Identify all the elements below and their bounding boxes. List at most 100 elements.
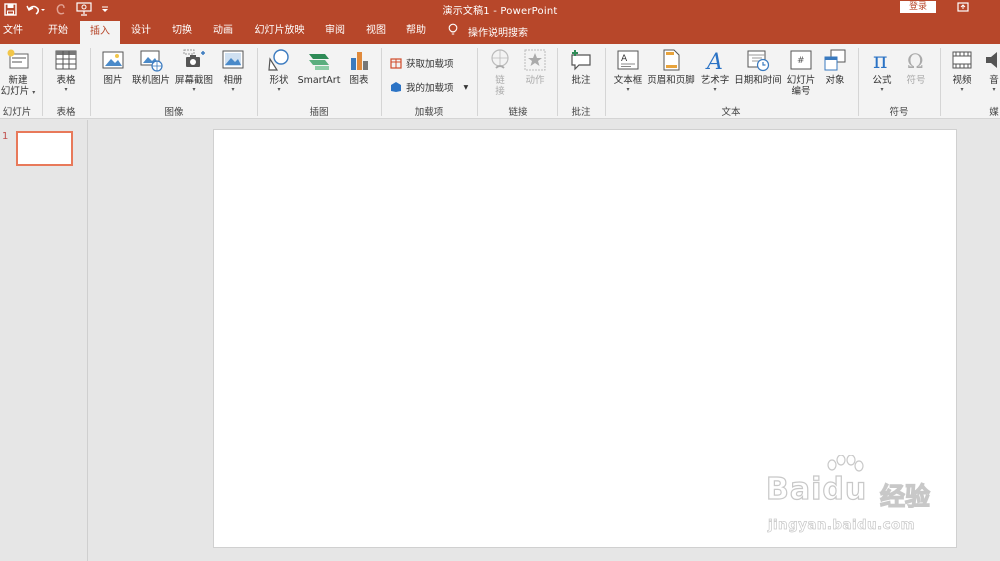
chevron-down-icon: ▾ xyxy=(463,81,469,93)
baidu-jingyan-watermark: Baidu 经验 jingyan.baidu.com xyxy=(760,455,960,545)
get-addins-button[interactable]: 获取加载项 xyxy=(390,56,454,70)
camera-icon xyxy=(183,49,205,67)
table-button[interactable]: 表格 ▾ xyxy=(50,48,82,94)
chevron-down-icon: ▾ xyxy=(231,86,235,93)
smartart-button[interactable]: SmartArt xyxy=(297,48,341,86)
group-divider xyxy=(940,48,941,116)
tab-slideshow[interactable]: 幻灯片放映 xyxy=(253,18,306,44)
pi-icon: π xyxy=(873,49,887,72)
audio-button[interactable]: 音 ▾ xyxy=(982,48,1000,94)
new-slide-button[interactable]: 新建 幻灯片 ▾ xyxy=(1,48,35,97)
group-divider xyxy=(257,48,258,116)
star-action-icon xyxy=(524,49,546,71)
group-label-addins: 加载项 xyxy=(414,107,444,118)
group-label-comments: 批注 xyxy=(571,107,591,118)
slide-number-button[interactable]: # 幻灯片 编号 xyxy=(785,48,817,97)
tab-view[interactable]: 视图 xyxy=(362,18,390,44)
link-icon xyxy=(491,49,509,69)
group-label-links: 链接 xyxy=(508,107,528,118)
group-divider xyxy=(42,48,43,116)
chevron-down-icon: ▾ xyxy=(713,86,717,93)
chart-button[interactable]: 图表 xyxy=(345,48,373,86)
tab-help[interactable]: 帮助 xyxy=(402,18,430,44)
header-footer-button[interactable]: 页眉和页脚 xyxy=(646,48,696,86)
wordart-icon: A xyxy=(705,50,723,72)
group-label-slides: 幻灯片 xyxy=(2,107,32,118)
shapes-icon xyxy=(268,49,289,71)
watermark-brand: Baidu xyxy=(765,471,868,507)
group-label-images: 图像 xyxy=(164,107,184,118)
chevron-down-icon: ▾ xyxy=(960,86,964,93)
store-icon xyxy=(390,58,402,69)
shapes-button[interactable]: 形状 ▾ xyxy=(265,48,293,94)
calendar-icon xyxy=(747,50,770,72)
group-divider xyxy=(605,48,606,116)
textbox-icon: A xyxy=(617,50,639,70)
online-picture-icon xyxy=(140,50,163,72)
group-label-symbols: 符号 xyxy=(889,107,909,118)
header-footer-icon xyxy=(663,49,680,71)
smartart-icon xyxy=(309,54,329,70)
group-label-tables: 表格 xyxy=(56,107,76,118)
photo-album-button[interactable]: 相册 ▾ xyxy=(219,48,247,94)
slide-number-icon: # xyxy=(790,50,812,70)
group-divider xyxy=(858,48,859,116)
svg-text:#: # xyxy=(797,56,805,66)
screenshot-button[interactable]: 屏幕截图 ▾ xyxy=(174,48,214,94)
comment-button[interactable]: 批注 xyxy=(566,48,596,86)
my-addins-button[interactable]: 我的加载项 ▾ xyxy=(390,80,468,94)
wordart-button[interactable]: A 艺术字 ▾ xyxy=(698,48,732,94)
date-time-button[interactable]: 日期和时间 xyxy=(733,48,783,86)
ribbon-display-options-icon[interactable] xyxy=(957,1,969,13)
omega-icon: Ω xyxy=(907,49,924,72)
svg-text:A: A xyxy=(621,54,628,64)
comment-icon xyxy=(571,50,591,71)
link-button[interactable]: 链 接 xyxy=(486,48,514,97)
group-label-illustrations: 插图 xyxy=(309,107,329,118)
video-button[interactable]: 视频 ▾ xyxy=(948,48,976,94)
chevron-down-icon: ▾ xyxy=(277,86,281,93)
window-title: 演示文稿1 - PowerPoint xyxy=(442,6,558,17)
tab-transitions[interactable]: 切换 xyxy=(168,18,196,44)
object-button[interactable]: 对象 xyxy=(821,48,849,86)
picture-button[interactable]: 图片 xyxy=(100,48,126,86)
my-addins-icon xyxy=(391,82,401,92)
online-picture-button[interactable]: 联机图片 xyxy=(130,48,172,86)
search-label: 操作说明搜索 xyxy=(468,27,528,39)
tab-home[interactable]: 开始 xyxy=(44,18,72,44)
equation-button[interactable]: π 公式 ▾ xyxy=(868,48,896,94)
chevron-down-icon: ▾ xyxy=(992,86,996,93)
tab-animations[interactable]: 动画 xyxy=(208,18,238,44)
tab-file[interactable]: 文件 xyxy=(0,18,26,44)
textbox-button[interactable]: A 文本框 ▾ xyxy=(612,48,644,94)
chevron-down-icon: ▾ xyxy=(192,86,196,93)
chevron-down-icon: ▾ xyxy=(64,86,68,93)
tab-design[interactable]: 设计 xyxy=(127,18,155,44)
group-divider xyxy=(557,48,558,116)
photo-album-icon xyxy=(222,50,244,69)
chevron-down-icon: ▾ xyxy=(626,86,630,93)
slide-thumbnail[interactable] xyxy=(16,131,73,166)
symbol-button[interactable]: Ω 符号 xyxy=(902,48,930,86)
chart-icon xyxy=(351,52,368,70)
ribbon-tab-bar: 文件 开始 插入 设计 切换 动画 幻灯片放映 审阅 视图 帮助 操作说明搜索 xyxy=(0,18,1000,44)
watermark-url: jingyan.baidu.com xyxy=(768,517,916,534)
tab-review[interactable]: 审阅 xyxy=(321,18,349,44)
object-icon xyxy=(824,49,846,71)
picture-icon xyxy=(102,51,124,69)
svg-text:Ω: Ω xyxy=(907,49,924,72)
title-bar: 演示文稿1 - PowerPoint 登录 xyxy=(0,0,1000,18)
action-button[interactable]: 动作 xyxy=(520,48,550,86)
group-divider xyxy=(477,48,478,116)
login-button[interactable]: 登录 xyxy=(900,1,936,13)
new-slide-icon xyxy=(7,49,29,69)
svg-text:π: π xyxy=(873,49,887,72)
lightbulb-icon xyxy=(448,23,458,39)
ribbon: 新建 幻灯片 ▾ 幻灯片 表格 ▾ 表格 图片 联机图片 屏幕截图 ▾ 相册 ▾… xyxy=(0,44,1000,119)
slide-number-label: 1 xyxy=(2,131,9,142)
tell-me-search[interactable]: 操作说明搜索 xyxy=(448,18,528,44)
speaker-icon xyxy=(986,52,997,68)
watermark-brand-cn: 经验 xyxy=(879,481,931,511)
tab-insert[interactable]: 插入 xyxy=(80,21,120,44)
group-divider xyxy=(90,48,91,116)
